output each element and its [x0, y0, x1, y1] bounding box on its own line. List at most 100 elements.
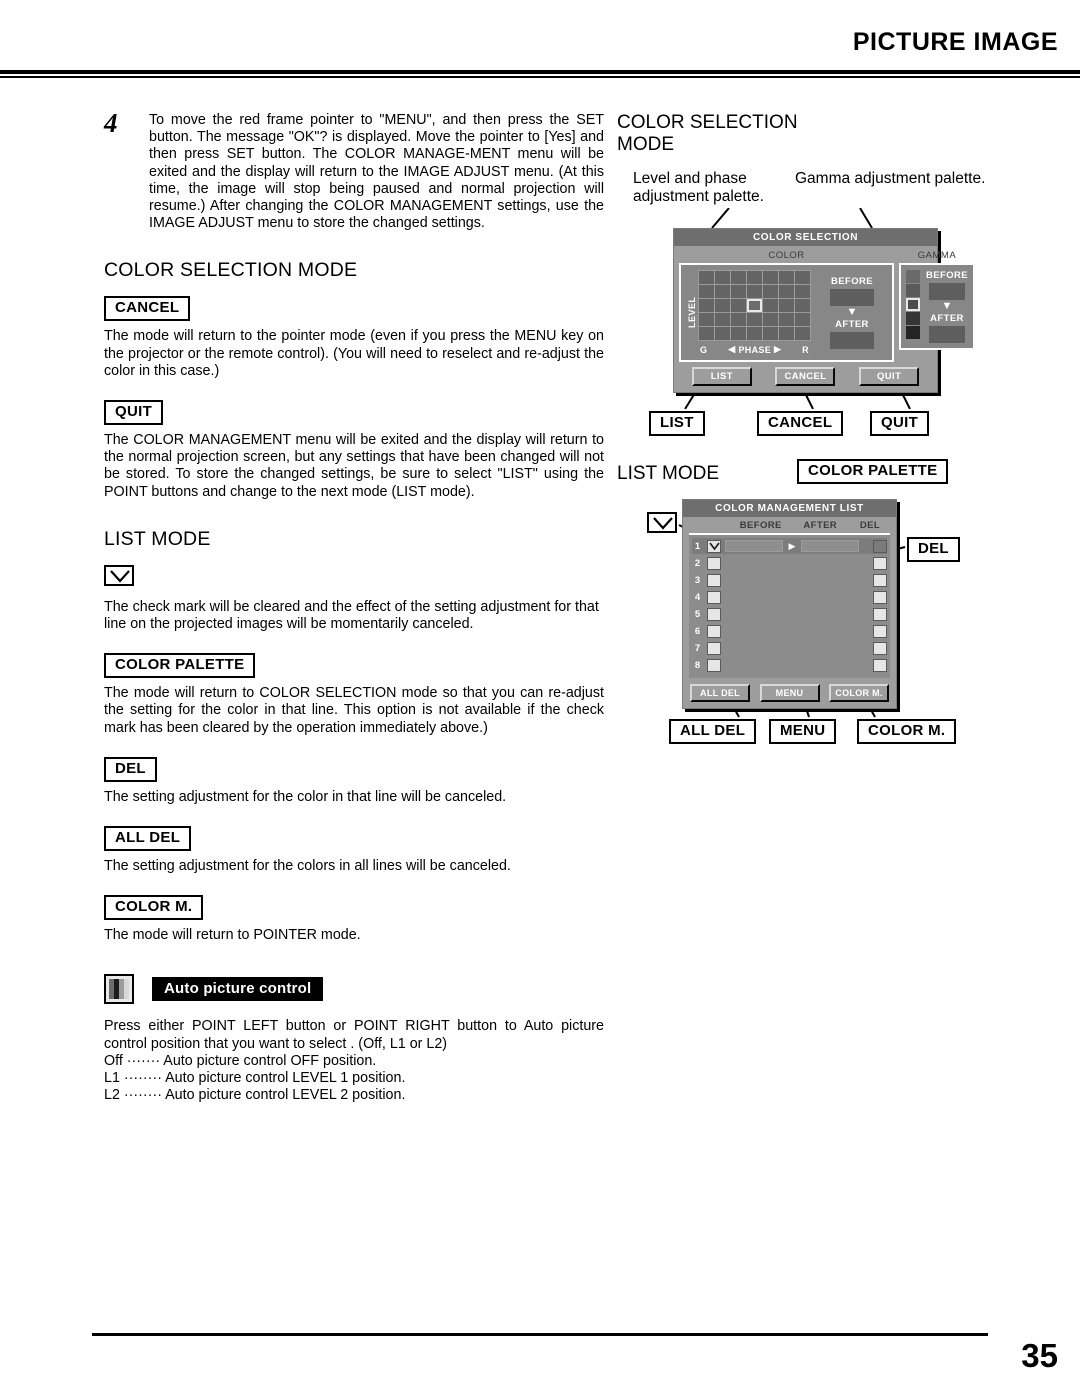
osd-button-menu[interactable]: MENU: [759, 684, 820, 702]
table-row[interactable]: 4: [692, 589, 887, 605]
grid-cell[interactable]: [715, 285, 730, 298]
label-quit[interactable]: QUIT: [870, 411, 930, 436]
grid-cell[interactable]: [715, 327, 730, 340]
grid-cell[interactable]: [795, 285, 810, 298]
table-row[interactable]: 5: [692, 606, 887, 622]
grid-cell[interactable]: [763, 327, 778, 340]
grid-cell[interactable]: [731, 327, 746, 340]
phase-marker-g: G: [700, 344, 708, 355]
gamma-swatch[interactable]: [906, 284, 920, 297]
label-cancel[interactable]: CANCEL: [757, 411, 844, 436]
osd-button-all-del[interactable]: ALL DEL: [690, 684, 750, 702]
label-color-m[interactable]: COLOR M.: [857, 719, 957, 744]
grid-cell[interactable]: [795, 327, 810, 340]
grid-cell[interactable]: [731, 313, 746, 326]
grid-cell[interactable]: [779, 327, 794, 340]
grid-cell[interactable]: [715, 299, 730, 312]
keybox-cancel[interactable]: CANCEL: [104, 296, 191, 322]
grid-cell[interactable]: [731, 285, 746, 298]
check-mark-icon-right[interactable]: [647, 512, 677, 533]
grid-cell[interactable]: [747, 271, 762, 284]
osd-button-list[interactable]: LIST: [691, 367, 752, 386]
row-del-checkbox[interactable]: [873, 556, 887, 570]
label-all-del[interactable]: ALL DEL: [669, 719, 757, 744]
grid-cell[interactable]: [763, 299, 778, 312]
color-selection-dialog[interactable]: COLOR SELECTION COLOR LEVEL G ◀ PHASE ▶ …: [673, 228, 975, 393]
grid-cell[interactable]: [779, 285, 794, 298]
gamma-swatch[interactable]: [906, 270, 920, 283]
grid-cell[interactable]: [763, 271, 778, 284]
osd-button-cancel[interactable]: CANCEL: [775, 367, 836, 386]
grid-cell[interactable]: [699, 299, 714, 312]
grid-cell-selected[interactable]: [747, 299, 762, 312]
grid-cell[interactable]: [699, 327, 714, 340]
grid-cell[interactable]: [779, 271, 794, 284]
check-glyph: [653, 517, 673, 530]
grid-cell[interactable]: [731, 271, 746, 284]
row-check-icon[interactable]: [707, 607, 721, 621]
table-row[interactable]: 3: [692, 572, 887, 588]
row-check-icon[interactable]: [707, 641, 721, 655]
row-check-icon[interactable]: [707, 556, 721, 570]
grid-cell[interactable]: [715, 313, 730, 326]
grid-cell[interactable]: [795, 313, 810, 326]
column-header-before: BEFORE: [739, 520, 782, 531]
row-check-icon[interactable]: [707, 573, 721, 587]
osd-button-quit[interactable]: QUIT: [859, 367, 920, 386]
keybox-color-palette[interactable]: COLOR PALETTE: [104, 653, 256, 679]
grid-cell[interactable]: [795, 271, 810, 284]
table-row[interactable]: 1 ▶: [692, 538, 887, 554]
grid-cell[interactable]: [747, 327, 762, 340]
entry-all-del: ALL DEL The setting adjustment for the c…: [104, 826, 604, 875]
gamma-level-strip[interactable]: [906, 270, 920, 343]
keybox-all-del[interactable]: ALL DEL: [104, 826, 192, 852]
left-column: 4 To move the red frame pointer to "MENU…: [104, 108, 604, 1104]
color-management-list-dialog[interactable]: COLOR MANAGEMENT LIST BEFORE AFTER DEL 1: [682, 499, 897, 709]
table-row[interactable]: 7: [692, 640, 887, 656]
check-mark-icon[interactable]: [104, 564, 134, 586]
gamma-swatch-selected[interactable]: [906, 298, 920, 311]
label-del-right[interactable]: DEL: [907, 537, 960, 562]
grid-cell[interactable]: [779, 313, 794, 326]
entry-all-del-body: The setting adjustment for the colors in…: [104, 858, 511, 875]
row-check-icon[interactable]: [707, 590, 721, 604]
grid-cell[interactable]: [731, 299, 746, 312]
row-check-icon[interactable]: [707, 658, 721, 672]
row-del-checkbox[interactable]: [873, 607, 887, 621]
table-row[interactable]: 8: [692, 657, 887, 673]
grid-cell[interactable]: [699, 285, 714, 298]
grid-cell[interactable]: [779, 299, 794, 312]
grid-cell[interactable]: [747, 313, 762, 326]
grid-cell[interactable]: [699, 271, 714, 284]
label-menu[interactable]: MENU: [769, 719, 837, 744]
grid-cell[interactable]: [763, 313, 778, 326]
level-phase-grid[interactable]: [698, 270, 811, 341]
callout-level-phase: Level and phase adjustment palette.: [633, 170, 764, 205]
table-row[interactable]: 6: [692, 623, 887, 639]
row-del-checkbox[interactable]: [873, 539, 887, 553]
grid-cell[interactable]: [747, 285, 762, 298]
keybox-del[interactable]: DEL: [104, 756, 157, 782]
grid-cell[interactable]: [795, 299, 810, 312]
grid-cell[interactable]: [715, 271, 730, 284]
row-check-icon[interactable]: [707, 539, 721, 553]
keybox-quit[interactable]: QUIT: [104, 400, 164, 426]
row-del-checkbox[interactable]: [873, 658, 887, 672]
keybox-color-m[interactable]: COLOR M.: [104, 895, 204, 921]
gamma-swatch[interactable]: [906, 326, 920, 339]
gamma-swatch[interactable]: [906, 312, 920, 325]
row-check-icon[interactable]: [707, 624, 721, 638]
row-del-checkbox[interactable]: [873, 624, 887, 638]
grid-cell[interactable]: [763, 285, 778, 298]
row-del-checkbox[interactable]: [873, 590, 887, 604]
label-list[interactable]: LIST: [649, 411, 705, 436]
label-color-palette[interactable]: COLOR PALETTE: [797, 459, 949, 484]
grid-cell[interactable]: [699, 313, 714, 326]
color-selection-label-row: LIST CANCEL QUIT: [617, 411, 1017, 441]
osd-button-color-m[interactable]: COLOR M.: [829, 684, 889, 702]
row-del-checkbox[interactable]: [873, 573, 887, 587]
color-before-label: BEFORE: [831, 276, 873, 287]
row-del-checkbox[interactable]: [873, 641, 887, 655]
table-row[interactable]: 2: [692, 555, 887, 571]
callout-leader-lines: [711, 208, 873, 228]
